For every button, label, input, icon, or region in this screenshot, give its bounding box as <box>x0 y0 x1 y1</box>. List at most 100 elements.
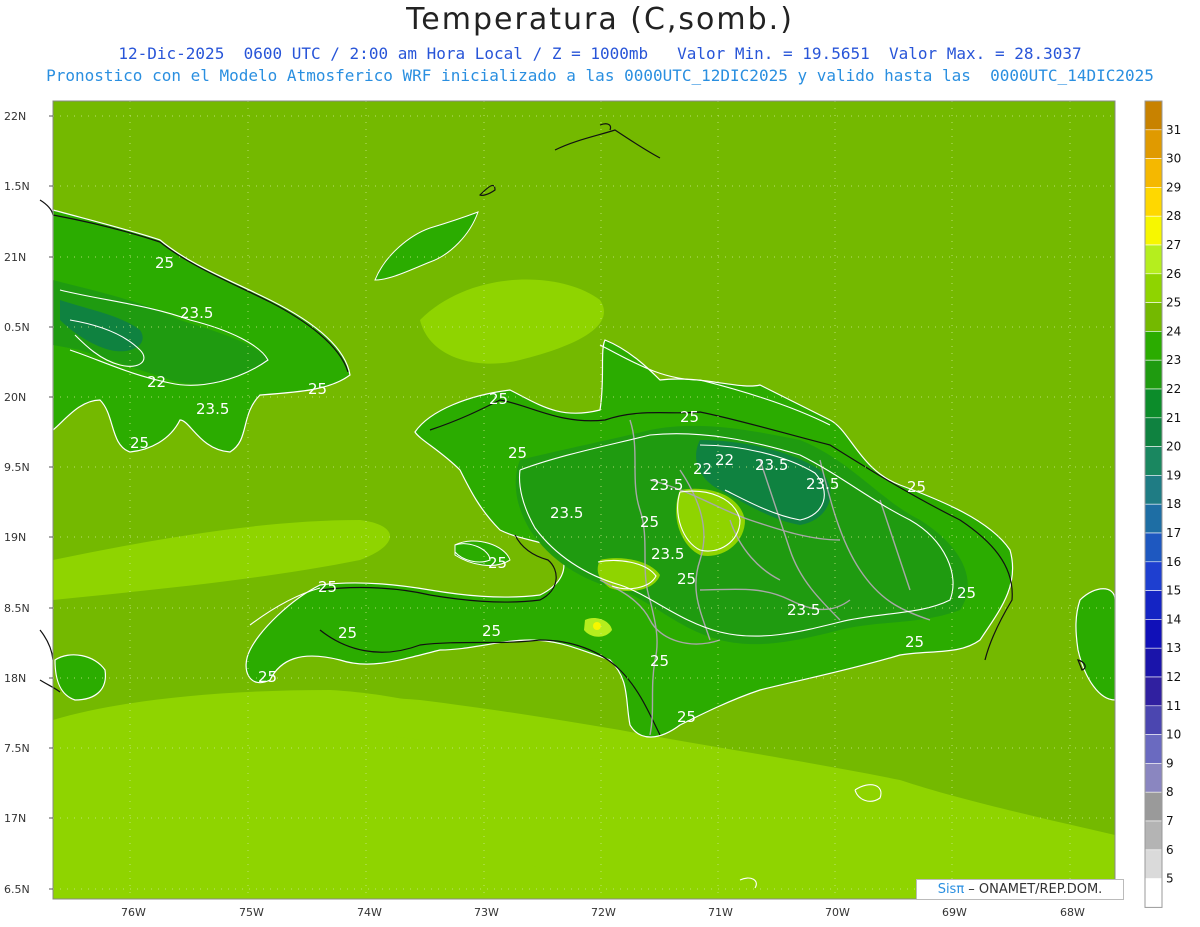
colorbar-level-label: 21 <box>1166 411 1181 425</box>
colorbar-swatch <box>1144 590 1163 620</box>
colorbar-swatch <box>1144 734 1163 764</box>
colorbar-level-label: 26 <box>1166 267 1181 281</box>
colorbar-level-label: 10 <box>1166 728 1181 742</box>
colorbar-swatch <box>1144 503 1163 534</box>
colorbar-swatch <box>1144 446 1163 476</box>
contour-label: 25 <box>677 570 696 588</box>
colorbar-swatch <box>1144 763 1163 793</box>
x-tick-label: 75W <box>239 906 264 919</box>
contour-label: 25 <box>258 668 277 686</box>
page-title: Temperatura (C,somb.) <box>406 2 794 37</box>
contour-label: 25 <box>482 622 501 640</box>
y-tick-label: 8.5N <box>4 602 30 615</box>
contour-label: 25 <box>957 584 976 602</box>
x-tick-label: 73W <box>474 906 499 919</box>
temperature-map: 25 23.5 22 23.5 25 25 25 25 23.5 22 22 2… <box>4 100 1181 919</box>
contour-label: 23.5 <box>651 545 684 563</box>
contour-label: 25 <box>308 380 327 398</box>
colorbar-swatch <box>1144 244 1163 275</box>
contour-label: 23.5 <box>196 400 229 418</box>
colorbar-level-label: 22 <box>1166 382 1181 396</box>
y-tick-label: 17N <box>4 812 26 825</box>
y-tick-label: 1.5N <box>4 180 30 193</box>
colorbar-level-label: 7 <box>1166 814 1174 828</box>
contour-label: 25 <box>650 652 669 670</box>
colorbar-swatch <box>1144 359 1163 390</box>
y-tick-label: 21N <box>4 251 26 264</box>
contour-label: 23.5 <box>755 456 788 474</box>
x-axis-ticks: 76W 75W 74W 73W 72W 71W 70W 69W 68W <box>121 906 1085 919</box>
subtitle-model-info: Pronostico con el Modelo Atmosferico WRF… <box>46 66 1154 85</box>
hispaniola-hot-spot <box>593 622 601 630</box>
y-tick-label: 9.5N <box>4 461 30 474</box>
x-tick-label: 76W <box>121 906 146 919</box>
contour-label: 23.5 <box>180 304 213 322</box>
colorbar-swatch <box>1144 878 1163 908</box>
colorbar-swatch <box>1144 820 1163 851</box>
x-tick-label: 69W <box>942 906 967 919</box>
contour-label: 25 <box>677 708 696 726</box>
colorbar-level-label: 17 <box>1166 526 1181 540</box>
contour-label: 25 <box>508 444 527 462</box>
colorbar-level-label: 5 <box>1166 872 1174 886</box>
y-tick-label: 22N <box>4 110 26 123</box>
contour-label: 23.5 <box>550 504 583 522</box>
contour-label: 25 <box>680 408 699 426</box>
contour-label: 23.5 <box>806 475 839 493</box>
colorbar-level-label: 24 <box>1166 324 1181 338</box>
contour-label: 25 <box>905 633 924 651</box>
colorbar-level-label: 28 <box>1166 209 1181 223</box>
colorbar-level-label: 6 <box>1166 843 1174 857</box>
colorbar-swatch <box>1144 331 1163 361</box>
colorbar-swatch <box>1144 417 1163 447</box>
colorbar-swatch <box>1144 647 1163 678</box>
colorbar-level-label: 25 <box>1166 296 1181 310</box>
contour-label: 23.5 <box>650 476 683 494</box>
contour-label: 25 <box>489 390 508 408</box>
colorbar-swatch <box>1144 705 1163 735</box>
colorbar: 31 30 29 28 27 26 25 24 23 22 21 20 19 18 17 16 15 14 13 12… <box>1144 100 1181 908</box>
colorbar-level-label: 15 <box>1166 584 1181 598</box>
contour-label: 25 <box>640 513 659 531</box>
colorbar-swatch <box>1144 302 1163 332</box>
colorbar-swatch <box>1144 129 1163 159</box>
y-axis-ticks: 22N 1.5N 21N 0.5N 20N 9.5N 19N 8.5N 18N … <box>4 110 30 896</box>
colorbar-swatch <box>1144 475 1163 505</box>
colorbar-swatch <box>1144 791 1163 822</box>
credit-box: Sisπ – ONAMET/REP.DOM. <box>916 879 1124 900</box>
credit-brand: Sisπ <box>937 882 965 897</box>
y-tick-label: 20N <box>4 391 26 404</box>
colorbar-level-label: 11 <box>1166 699 1181 713</box>
colorbar-level-label: 9 <box>1166 756 1174 770</box>
contour-label: 25 <box>907 478 926 496</box>
contour-label: 22 <box>147 373 166 391</box>
colorbar-level-label: 31 <box>1166 123 1181 137</box>
contour-label: 22 <box>693 460 712 478</box>
contour-label: 25 <box>130 434 149 452</box>
colorbar-swatch <box>1144 849 1163 879</box>
y-tick-label: 7.5N <box>4 742 30 755</box>
contour-label: 25 <box>155 254 174 272</box>
x-tick-label: 71W <box>708 906 733 919</box>
x-tick-label: 72W <box>591 906 616 919</box>
colorbar-level-label: 16 <box>1166 555 1181 569</box>
colorbar-swatch <box>1144 100 1163 131</box>
contour-label: 23.5 <box>787 601 820 619</box>
colorbar-swatch <box>1144 388 1163 419</box>
y-tick-label: 18N <box>4 672 26 685</box>
x-tick-label: 68W <box>1060 906 1085 919</box>
contour-label: 25 <box>488 554 507 572</box>
colorbar-swatch <box>1144 619 1163 649</box>
x-tick-label: 70W <box>825 906 850 919</box>
colorbar-level-label: 30 <box>1166 152 1181 166</box>
colorbar-level-label: 14 <box>1166 612 1181 626</box>
y-tick-label: 6.5N <box>4 883 30 896</box>
colorbar-level-label: 19 <box>1166 468 1181 482</box>
colorbar-swatch <box>1144 561 1163 591</box>
colorbar-swatch <box>1144 187 1163 217</box>
y-tick-label: 19N <box>4 531 26 544</box>
colorbar-swatch <box>1144 158 1163 188</box>
colorbar-level-label: 18 <box>1166 497 1181 511</box>
colorbar-level-label: 12 <box>1166 670 1181 684</box>
x-tick-label: 74W <box>357 906 382 919</box>
